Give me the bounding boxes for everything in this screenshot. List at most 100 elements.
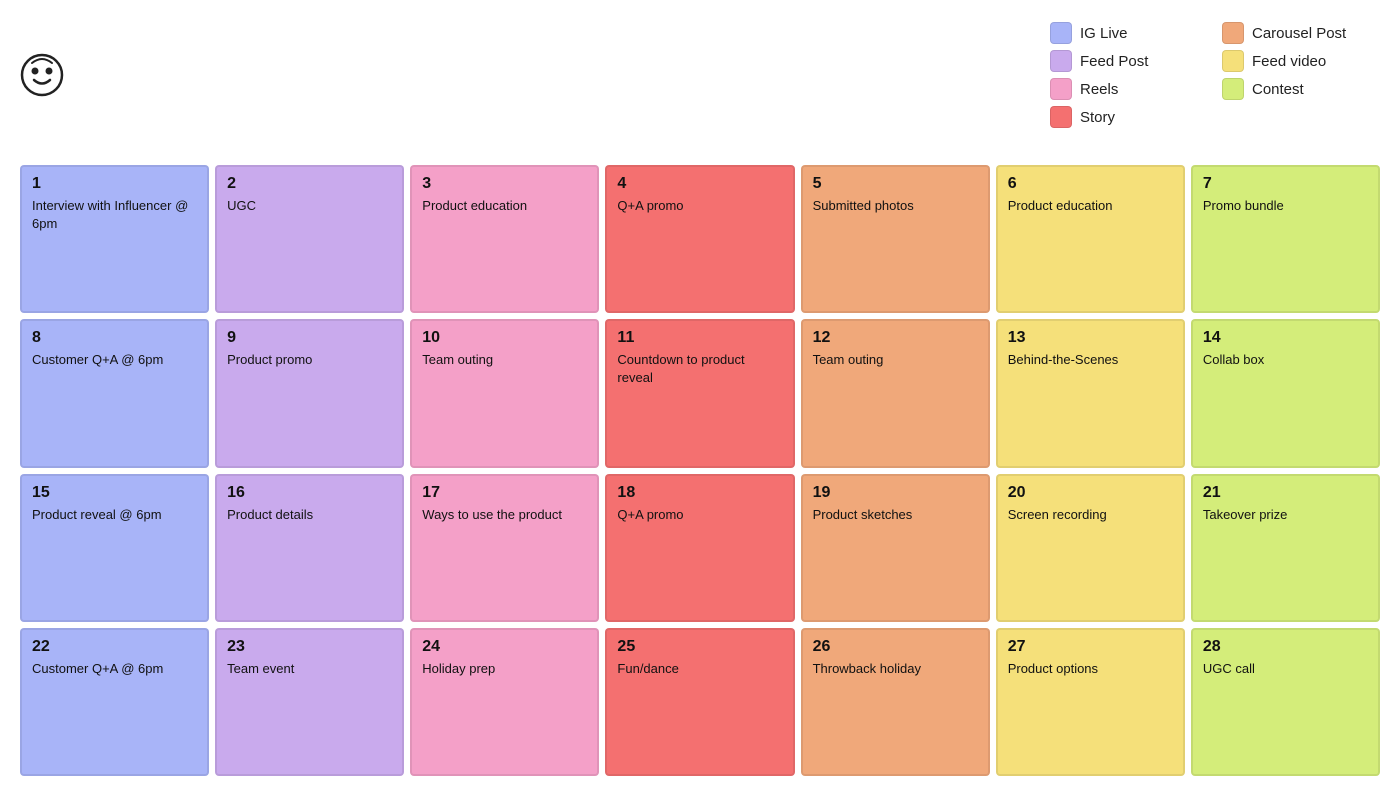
day-event: Takeover prize bbox=[1203, 506, 1368, 524]
day-event: Product options bbox=[1008, 660, 1173, 678]
legend-item-carousel: Carousel Post bbox=[1222, 22, 1370, 44]
day-number: 16 bbox=[227, 484, 392, 502]
calendar-day-22: 22 Customer Q+A @ 6pm bbox=[20, 628, 209, 776]
day-event: Behind-the-Scenes bbox=[1008, 351, 1173, 369]
calendar-day-8: 8 Customer Q+A @ 6pm bbox=[20, 319, 209, 467]
day-event: Fun/dance bbox=[617, 660, 782, 678]
day-number: 27 bbox=[1008, 638, 1173, 656]
day-event: Customer Q+A @ 6pm bbox=[32, 660, 197, 678]
day-number: 5 bbox=[813, 175, 978, 193]
day-number: 1 bbox=[32, 175, 197, 193]
calendar-day-16: 16 Product details bbox=[215, 474, 404, 622]
day-event: Customer Q+A @ 6pm bbox=[32, 351, 197, 369]
calendar-day-15: 15 Product reveal @ 6pm bbox=[20, 474, 209, 622]
legend-item-reels: Reels bbox=[1050, 78, 1198, 100]
legend-color-feed-post bbox=[1050, 50, 1072, 72]
day-event: Product sketches bbox=[813, 506, 978, 524]
day-number: 24 bbox=[422, 638, 587, 656]
day-event: Product education bbox=[1008, 197, 1173, 215]
day-number: 9 bbox=[227, 329, 392, 347]
day-event: Team event bbox=[227, 660, 392, 678]
day-number: 25 bbox=[617, 638, 782, 656]
legend-label-story: Story bbox=[1080, 109, 1115, 126]
calendar-day-14: 14 Collab box bbox=[1191, 319, 1380, 467]
header: IG Live Carousel Post Feed Post Feed vid… bbox=[0, 0, 1400, 142]
day-number: 7 bbox=[1203, 175, 1368, 193]
day-number: 17 bbox=[422, 484, 587, 502]
day-event: Product details bbox=[227, 506, 392, 524]
legend-item-contest: Contest bbox=[1222, 78, 1370, 100]
day-number: 3 bbox=[422, 175, 587, 193]
legend-item-feed-post: Feed Post bbox=[1050, 50, 1198, 72]
day-event: Interview with Influencer @ 6pm bbox=[32, 197, 197, 232]
day-number: 12 bbox=[813, 329, 978, 347]
day-number: 26 bbox=[813, 638, 978, 656]
day-event: Q+A promo bbox=[617, 506, 782, 524]
day-number: 20 bbox=[1008, 484, 1173, 502]
legend-color-carousel bbox=[1222, 22, 1244, 44]
day-number: 6 bbox=[1008, 175, 1173, 193]
day-number: 18 bbox=[617, 484, 782, 502]
legend-color-feed-video bbox=[1222, 50, 1244, 72]
calendar-day-3: 3 Product education bbox=[410, 165, 599, 313]
calendar-day-18: 18 Q+A promo bbox=[605, 474, 794, 622]
day-number: 21 bbox=[1203, 484, 1368, 502]
day-number: 8 bbox=[32, 329, 197, 347]
day-event: Team outing bbox=[813, 351, 978, 369]
legend-color-contest bbox=[1222, 78, 1244, 100]
legend-label-ig-live: IG Live bbox=[1080, 25, 1128, 42]
day-number: 10 bbox=[422, 329, 587, 347]
day-event: UGC bbox=[227, 197, 392, 215]
calendar-day-13: 13 Behind-the-Scenes bbox=[996, 319, 1185, 467]
calendar-day-9: 9 Product promo bbox=[215, 319, 404, 467]
calendar-day-1: 1 Interview with Influencer @ 6pm bbox=[20, 165, 209, 313]
day-number: 23 bbox=[227, 638, 392, 656]
day-event: Screen recording bbox=[1008, 506, 1173, 524]
day-event: Team outing bbox=[422, 351, 587, 369]
legend-item-story: Story bbox=[1050, 106, 1198, 128]
calendar-day-20: 20 Screen recording bbox=[996, 474, 1185, 622]
legend: IG Live Carousel Post Feed Post Feed vid… bbox=[1050, 12, 1370, 138]
day-event: Countdown to product reveal bbox=[617, 351, 782, 386]
legend-label-carousel: Carousel Post bbox=[1252, 25, 1346, 42]
calendar-day-12: 12 Team outing bbox=[801, 319, 990, 467]
day-number: 15 bbox=[32, 484, 197, 502]
calendar-day-17: 17 Ways to use the product bbox=[410, 474, 599, 622]
title-area bbox=[20, 50, 36, 144]
day-event: Product reveal @ 6pm bbox=[32, 506, 197, 524]
legend-label-contest: Contest bbox=[1252, 81, 1304, 98]
day-event: Product education bbox=[422, 197, 587, 215]
legend-color-story bbox=[1050, 106, 1072, 128]
calendar-day-11: 11Countdown to product reveal bbox=[605, 319, 794, 467]
legend-label-feed-post: Feed Post bbox=[1080, 53, 1148, 70]
day-event: Collab box bbox=[1203, 351, 1368, 369]
calendar-day-5: 5 Submitted photos bbox=[801, 165, 990, 313]
calendar-day-10: 10 Team outing bbox=[410, 319, 599, 467]
legend-item-feed-video: Feed video bbox=[1222, 50, 1370, 72]
calendar-day-19: 19 Product sketches bbox=[801, 474, 990, 622]
day-event: Ways to use the product bbox=[422, 506, 587, 524]
calendar-area: 1 Interview with Influencer @ 6pm 2 UGC 3 Pro… bbox=[20, 165, 1380, 776]
legend-label-reels: Reels bbox=[1080, 81, 1118, 98]
day-number: 14 bbox=[1203, 329, 1368, 347]
day-event: Product promo bbox=[227, 351, 392, 369]
day-number: 19 bbox=[813, 484, 978, 502]
day-event: Q+A promo bbox=[617, 197, 782, 215]
calendar-day-2: 2 UGC bbox=[215, 165, 404, 313]
day-number: 2 bbox=[227, 175, 392, 193]
day-event: Throwback holiday bbox=[813, 660, 978, 678]
day-event: Promo bundle bbox=[1203, 197, 1368, 215]
legend-color-ig-live bbox=[1050, 22, 1072, 44]
calendar-day-25: 25 Fun/dance bbox=[605, 628, 794, 776]
calendar-day-21: 21 Takeover prize bbox=[1191, 474, 1380, 622]
calendar-day-4: 4Q+A promo bbox=[605, 165, 794, 313]
day-number: 13 bbox=[1008, 329, 1173, 347]
calendar-day-23: 23 Team event bbox=[215, 628, 404, 776]
calendar-day-28: 28UGC call bbox=[1191, 628, 1380, 776]
day-number: 28 bbox=[1203, 638, 1368, 656]
calendar-grid: 1 Interview with Influencer @ 6pm 2 UGC 3 Pro… bbox=[20, 165, 1380, 776]
calendar-day-6: 6 Product education bbox=[996, 165, 1185, 313]
day-number: 22 bbox=[32, 638, 197, 656]
day-event: Submitted photos bbox=[813, 197, 978, 215]
calendar-day-7: 7 Promo bundle bbox=[1191, 165, 1380, 313]
